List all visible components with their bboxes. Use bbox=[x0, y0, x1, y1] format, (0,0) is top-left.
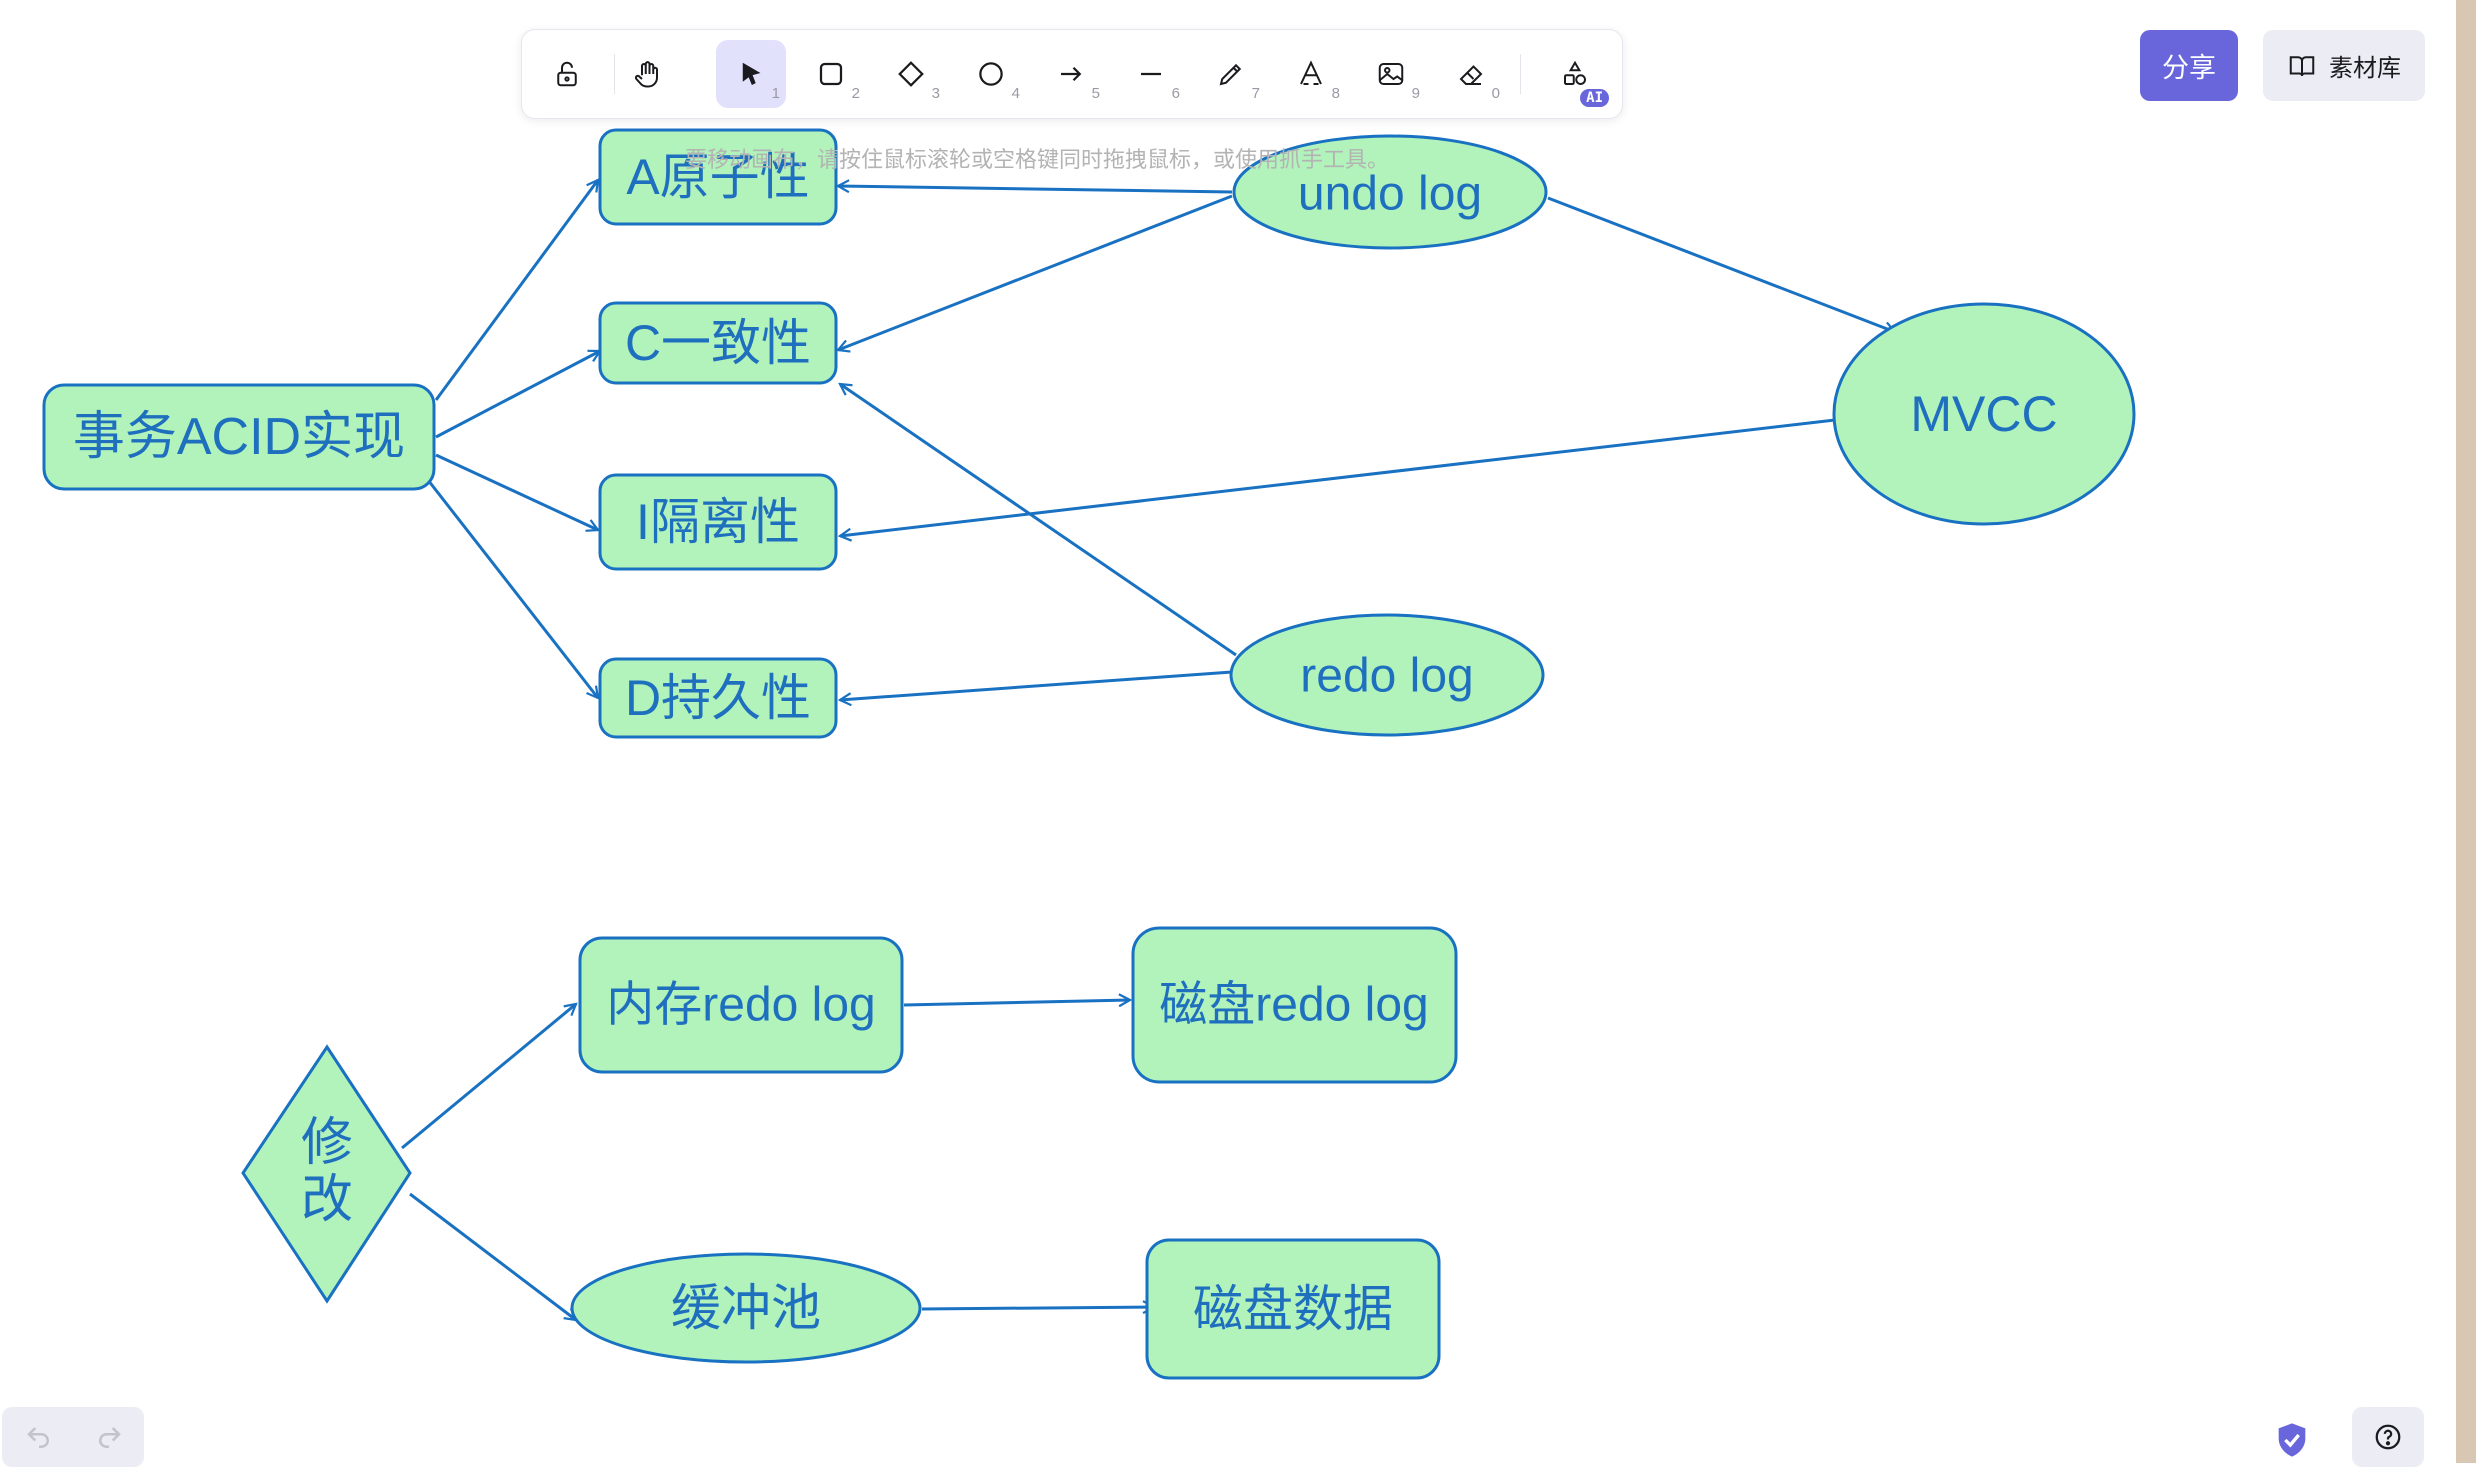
line-icon bbox=[1141, 72, 1161, 76]
edge-undo-atomicity[interactable] bbox=[838, 186, 1233, 194]
shapes-icon bbox=[1564, 60, 1586, 85]
label-undo-log: undo log bbox=[1298, 168, 1482, 221]
rectangle-icon bbox=[819, 62, 843, 86]
hand-icon bbox=[634, 61, 658, 88]
ellipse-tool[interactable]: 4 bbox=[956, 40, 1026, 108]
rectangle-tool[interactable]: 2 bbox=[796, 40, 866, 108]
arrow-tool[interactable]: 5 bbox=[1036, 40, 1106, 108]
draw-tool[interactable]: 7 bbox=[1196, 40, 1266, 108]
image-icon bbox=[1378, 63, 1404, 85]
lock-tool[interactable] bbox=[532, 40, 602, 108]
help-button[interactable] bbox=[2352, 1407, 2424, 1467]
edge-redo-consistency[interactable] bbox=[840, 384, 1237, 657]
label-acid: 事务ACID实现 bbox=[73, 408, 405, 466]
text-tool[interactable]: 8 bbox=[1276, 40, 1346, 108]
undo-redo-group bbox=[2, 1407, 144, 1467]
label-isolation: I隔离性 bbox=[636, 494, 800, 550]
diagram-canvas[interactable]: 事务ACID实现 A原子性 C一致性 I隔离性 D持久性 undo log re… bbox=[0, 0, 2476, 1463]
share-button[interactable]: 分享 bbox=[2140, 30, 2238, 101]
edge-acid-durability[interactable] bbox=[426, 479, 598, 698]
label-buffer-pool: 缓冲池 bbox=[671, 1280, 821, 1336]
image-tool[interactable]: 9 bbox=[1356, 40, 1426, 108]
line-tool[interactable]: 6 bbox=[1116, 40, 1186, 108]
text-icon bbox=[1300, 60, 1322, 85]
ai-badge: AI bbox=[1580, 89, 1609, 107]
edge-acid-atomicity[interactable] bbox=[434, 180, 598, 401]
label-consistency: C一致性 bbox=[625, 315, 811, 371]
more-shapes-tool[interactable]: AI bbox=[1540, 40, 1610, 108]
undo-icon[interactable] bbox=[22, 1423, 56, 1453]
edge-undo-consistency[interactable] bbox=[838, 194, 1233, 350]
library-label: 素材库 bbox=[2329, 54, 2401, 82]
diamond-icon bbox=[898, 61, 924, 87]
edge-memredo-diskredo[interactable] bbox=[903, 1000, 1130, 1005]
edge-modify-bufferpool[interactable] bbox=[409, 1192, 576, 1320]
label-durability: D持久性 bbox=[625, 670, 811, 726]
circle-icon bbox=[979, 62, 1003, 86]
selection-tool[interactable]: 1 bbox=[716, 40, 786, 108]
shield-icon[interactable] bbox=[2272, 1420, 2312, 1460]
hand-tool[interactable] bbox=[612, 40, 682, 108]
edge-acid-consistency[interactable] bbox=[435, 349, 600, 439]
edge-modify-memredo[interactable] bbox=[401, 1004, 576, 1150]
eraser-tool[interactable]: 0 bbox=[1436, 40, 1506, 108]
edge-acid-isolation[interactable] bbox=[435, 453, 598, 530]
edge-mvcc-isolation[interactable] bbox=[840, 418, 1836, 536]
edge-undo-mvcc[interactable] bbox=[1547, 196, 1895, 332]
window-edge bbox=[2456, 0, 2476, 1463]
arrow-icon bbox=[1061, 66, 1082, 82]
diamond-tool[interactable]: 3 bbox=[876, 40, 946, 108]
pointer-icon bbox=[742, 62, 761, 86]
canvas-hint: 要移动画布，请按住鼠标滚轮或空格键同时拖拽鼠标，或使用抓手工具。 bbox=[684, 148, 1389, 173]
label-modify-1: 修 bbox=[301, 1114, 353, 1172]
label-modify-2: 改 bbox=[301, 1171, 353, 1229]
edge-bufferpool-diskdata[interactable] bbox=[921, 1307, 1154, 1309]
question-icon bbox=[2375, 1424, 2401, 1450]
label-mem-redo: 内存redo log bbox=[606, 979, 875, 1032]
lock-icon bbox=[557, 61, 577, 87]
edge-redo-durability[interactable] bbox=[840, 670, 1233, 700]
toolbar: 1 2 3 4 5 6 7 8 9 0 AI bbox=[521, 29, 1623, 119]
eraser-icon bbox=[1459, 65, 1483, 85]
label-redo-log: redo log bbox=[1300, 650, 1473, 703]
pencil-icon bbox=[1219, 63, 1242, 86]
redo-icon[interactable] bbox=[92, 1423, 126, 1453]
label-disk-data: 磁盘数据 bbox=[1193, 1281, 1393, 1337]
label-disk-redo: 磁盘redo log bbox=[1159, 979, 1428, 1032]
book-icon bbox=[2289, 55, 2315, 76]
label-mvcc: MVCC bbox=[1910, 386, 2057, 442]
library-button[interactable]: 素材库 bbox=[2263, 30, 2425, 101]
